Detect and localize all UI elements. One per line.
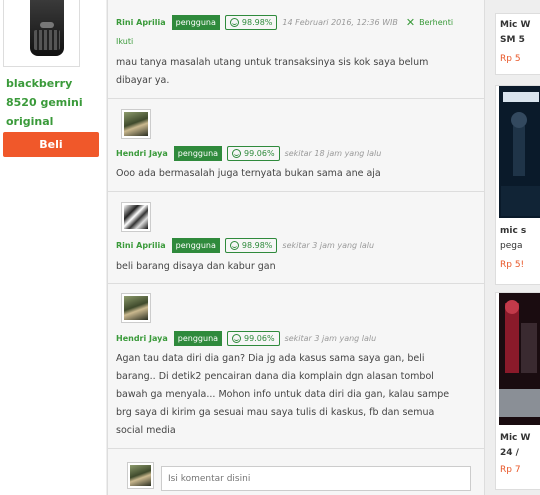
comment-meta: Rini Aprilia pengguna 98.98% 14 Februari… [116, 14, 453, 31]
comment-time: sekitar 3 jam yang lalu [284, 334, 377, 343]
username-link[interactable]: Rini Aprilia [116, 18, 166, 27]
rating-value: 98.98% [241, 241, 273, 250]
avatar[interactable] [121, 202, 151, 232]
related-product-title: pega [500, 241, 523, 251]
role-badge: pengguna [173, 331, 223, 346]
rating-badge: 98.98% [224, 15, 278, 30]
left-product-card: blackberry 8520 gemini original garansi … [0, 0, 106, 495]
rating-badge: 99.06% [227, 146, 280, 161]
role-badge: pengguna [173, 146, 223, 161]
related-product-title: 24 / [500, 448, 519, 458]
comment-text: mau tanya masalah utang untuk transaksin… [116, 57, 429, 86]
smile-icon [229, 18, 239, 27]
avatar[interactable] [121, 293, 151, 323]
related-product-title: SM 5 [500, 35, 525, 45]
unfollow-link[interactable]: Berhenti [419, 18, 453, 27]
comment-thread: Rini Aprilia pengguna 98.98% 14 Februari… [107, 0, 485, 495]
related-product-card[interactable]: Mic W 24 / Rp 7 [495, 292, 540, 490]
username-link[interactable]: Hendri Jaya [116, 149, 168, 158]
comment-time: sekitar 3 jam yang lalu [282, 241, 375, 250]
comment-item: Hendri Jaya pengguna 99.06% sekitar 3 ja… [108, 284, 484, 449]
username-link[interactable]: Rini Aprilia [116, 241, 166, 250]
avatar[interactable] [121, 109, 151, 139]
comment-text: Agan tau data diri dia gan? Dia jg ada k… [116, 353, 450, 436]
related-product-title: mic s [500, 226, 527, 236]
blackberry-phone-image [30, 0, 64, 56]
comment-time: sekitar 18 jam yang lalu [284, 149, 382, 158]
rating-value: 98.98% [241, 18, 273, 27]
related-product-title: Mic W [500, 20, 531, 30]
comment-item: Rini Aprilia pengguna 98.98% sekitar 3 j… [108, 192, 484, 284]
related-product-price: Rp 5 [500, 54, 521, 64]
comment-input[interactable] [161, 466, 471, 491]
comment-item: Rini Aprilia pengguna 98.98% 14 Februari… [108, 0, 484, 99]
rating-value: 99.06% [244, 334, 275, 343]
related-product-card[interactable]: mic s pega Rp 5! [495, 85, 540, 285]
related-products: Mic W SM 5 Rp 5 mic s pega Rp 5! Mic W 2… [486, 0, 540, 495]
follow-link[interactable]: Ikuti [116, 37, 133, 46]
role-badge: pengguna [171, 15, 220, 30]
comment-meta: Hendri Jaya pengguna 99.06% sekitar 3 ja… [116, 330, 376, 347]
comment-meta: Hendri Jaya pengguna 99.06% sekitar 18 j… [116, 145, 381, 162]
comment-text: Ooo ada bermasalah juga ternyata bukan s… [116, 168, 381, 179]
smile-icon [232, 334, 242, 343]
close-icon[interactable]: ✕ [406, 16, 415, 29]
related-product-price: Rp 7 [500, 465, 521, 475]
comment-item: Hendri Jaya pengguna 99.06% sekitar 18 j… [108, 99, 484, 192]
comment-meta: Rini Aprilia pengguna 98.98% sekitar 3 j… [116, 237, 374, 254]
comment-composer [108, 456, 484, 495]
rating-badge: 99.06% [227, 331, 280, 346]
buy-button[interactable]: Beli [3, 132, 99, 157]
comment-text: beli barang disaya dan kabur gan [116, 261, 276, 272]
related-product-price: Rp 5! [500, 260, 525, 270]
related-product-title: Mic W [500, 433, 531, 443]
related-product-card[interactable]: Mic W SM 5 Rp 5 [495, 13, 540, 75]
comment-time: 14 Februari 2016, 12:36 WIB [282, 18, 398, 27]
avatar [127, 462, 154, 489]
mic-product-image [499, 293, 540, 425]
smile-icon [229, 241, 239, 250]
mic-product-image [499, 86, 540, 218]
product-image[interactable] [3, 0, 80, 67]
rating-value: 99.06% [244, 149, 275, 158]
role-badge: pengguna [171, 238, 220, 253]
smile-icon [232, 149, 242, 158]
rating-badge: 98.98% [224, 238, 278, 253]
username-link[interactable]: Hendri Jaya [116, 334, 168, 343]
